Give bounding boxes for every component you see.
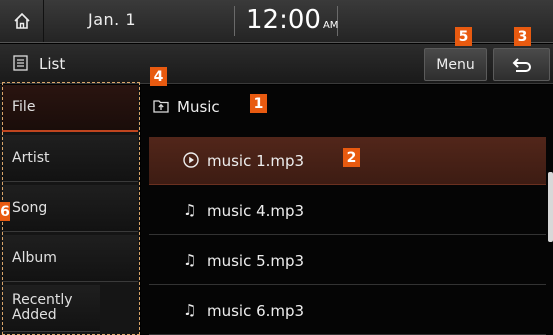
sidebar-item-recently-added[interactable]: Recently Added: [2, 285, 100, 332]
file-list: Music music 1.mp3 ♫ music 4.mp3 ♫ music …: [141, 85, 553, 335]
home-icon: [13, 12, 30, 29]
track-label: music 6.mp3: [207, 302, 305, 320]
folder-up-icon: [153, 100, 169, 113]
sidebar-item-label: Album: [12, 249, 57, 266]
menu-button[interactable]: Menu: [424, 48, 487, 81]
track-row[interactable]: ♫ music 6.mp3: [149, 287, 546, 335]
callout-badge-4: 4: [150, 67, 167, 86]
clock-display: 12:00 AM: [246, 5, 338, 35]
sidebar-item-file[interactable]: File: [2, 85, 138, 132]
back-arrow-icon: [512, 57, 531, 72]
folder-row[interactable]: Music: [141, 85, 553, 129]
track-row[interactable]: ♫ music 4.mp3: [149, 187, 546, 235]
music-note-icon: ♫: [183, 251, 197, 269]
clock-ampm: AM: [322, 20, 339, 31]
list-title: List: [39, 55, 66, 73]
list-icon: [13, 55, 28, 71]
music-note-icon: ♫: [183, 201, 197, 219]
track-label: music 4.mp3: [207, 202, 305, 220]
music-note-icon: ♫: [183, 301, 197, 319]
category-sidebar: File Artist Song Album Recently Added: [0, 85, 140, 335]
track-label: music 1.mp3: [207, 152, 305, 170]
sidebar-item-album[interactable]: Album: [2, 235, 138, 282]
callout-badge-6: 6: [0, 202, 10, 221]
callout-badge-2: 2: [343, 148, 360, 167]
back-button[interactable]: [493, 48, 550, 81]
date-display: Jan. 1: [88, 10, 137, 29]
sidebar-item-artist[interactable]: Artist: [2, 135, 138, 182]
sidebar-item-label: Song: [12, 199, 48, 216]
sidebar-item-label: File: [12, 99, 36, 115]
sidebar-item-label: Recently Added: [12, 292, 73, 323]
track-label: music 5.mp3: [207, 252, 305, 270]
callout-badge-1: 1: [250, 94, 267, 113]
title-bar: List Menu: [0, 44, 553, 84]
clock-time: 12:00: [246, 5, 321, 35]
status-divider: [234, 6, 235, 36]
play-circle-icon: [183, 152, 199, 168]
folder-label: Music: [177, 98, 220, 116]
sidebar-item-song[interactable]: Song: [2, 185, 138, 232]
callout-badge-3: 3: [514, 27, 531, 46]
track-row[interactable]: ♫ music 5.mp3: [149, 237, 546, 285]
callout-badge-5: 5: [455, 27, 472, 46]
scrollbar[interactable]: [548, 172, 553, 242]
home-button[interactable]: [0, 0, 44, 42]
sidebar-item-label: Artist: [12, 149, 50, 166]
